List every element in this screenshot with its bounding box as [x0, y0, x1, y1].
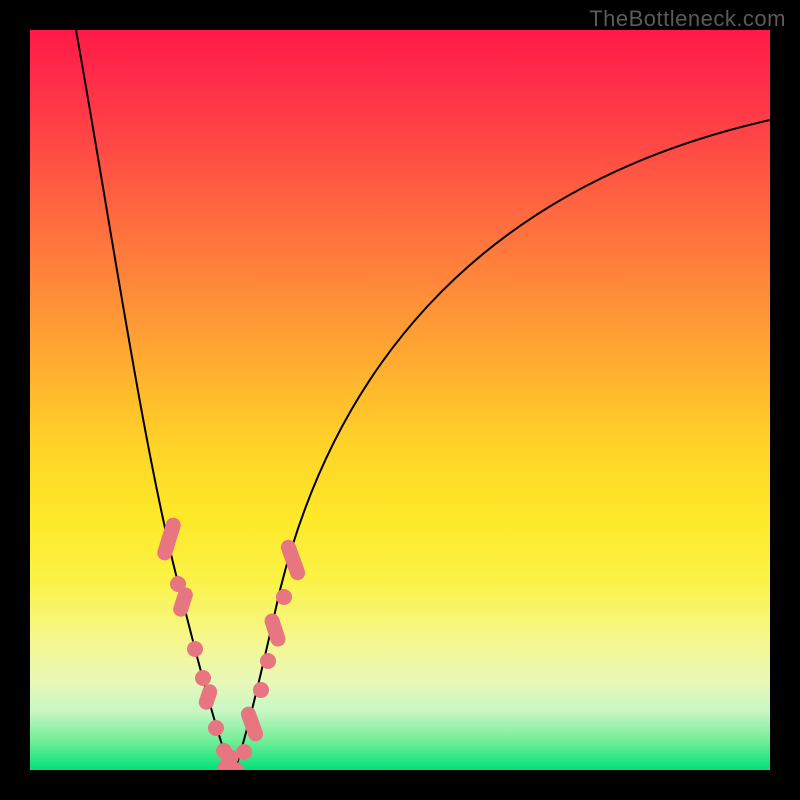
- bead: [276, 589, 292, 605]
- bead: [216, 743, 232, 759]
- bead-pill: [239, 705, 265, 744]
- watermark-text: TheBottleneck.com: [589, 6, 786, 32]
- bead: [208, 720, 224, 736]
- bead-pill: [197, 682, 219, 711]
- plot-area: [30, 30, 770, 770]
- bead: [260, 653, 276, 669]
- bead: [187, 641, 203, 657]
- curve-left: [76, 30, 235, 770]
- curve-right: [235, 120, 770, 770]
- chart-svg: [30, 30, 770, 770]
- chart-frame: TheBottleneck.com: [0, 0, 800, 800]
- bead-pill: [155, 516, 182, 562]
- bead: [195, 670, 211, 686]
- bead: [170, 576, 186, 592]
- data-beads-pills: [155, 516, 307, 770]
- bead-pill: [263, 612, 288, 649]
- bead: [253, 682, 269, 698]
- bead: [236, 744, 252, 760]
